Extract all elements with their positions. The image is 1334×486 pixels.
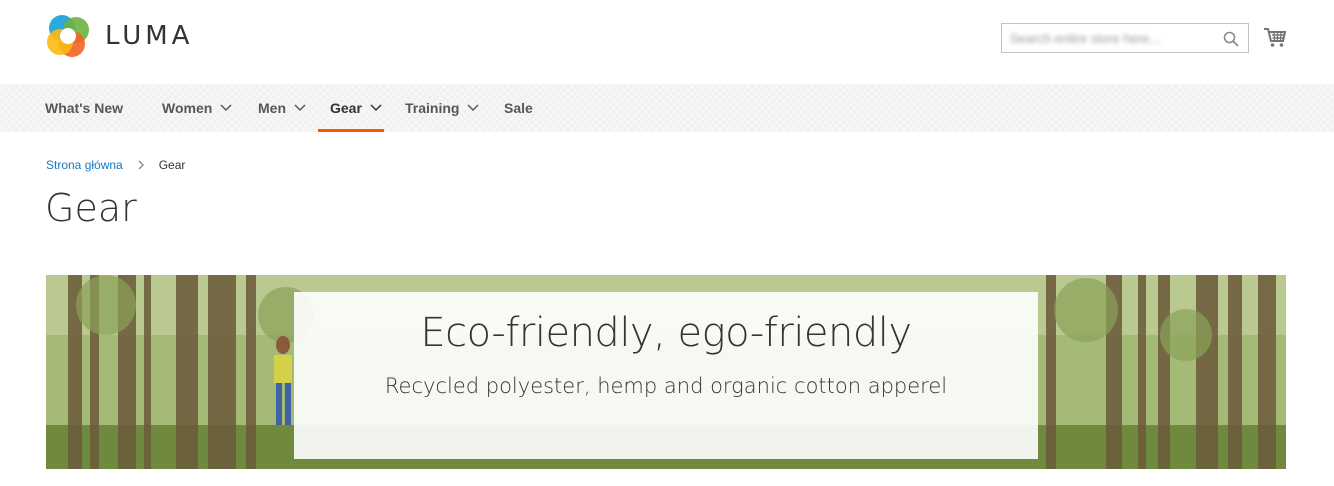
chevron-down-icon <box>294 104 306 112</box>
nav-item-label: Women <box>162 100 213 116</box>
banner-text-panel: Eco-friendly, ego-friendly Recycled poly… <box>294 292 1038 459</box>
nav-item-label: Training <box>405 100 460 116</box>
chevron-right-icon <box>138 160 144 170</box>
main-navigation: What's New Women Men Gear Training Sale <box>0 84 1334 132</box>
nav-item-sale[interactable]: Sale <box>504 84 533 132</box>
page-header: LUMA <box>0 0 1334 84</box>
nav-item-label: Men <box>258 100 286 116</box>
breadcrumb-current: Gear <box>158 158 186 172</box>
nav-item-whats-new[interactable]: What's New <box>45 84 123 132</box>
breadcrumb: Strona główna Gear <box>46 158 185 172</box>
nav-item-training[interactable]: Training <box>405 84 479 132</box>
cart-icon[interactable] <box>1262 24 1288 50</box>
search-box <box>1001 23 1249 53</box>
search-input[interactable] <box>1002 24 1228 52</box>
breadcrumb-home-link[interactable]: Strona główna <box>46 158 123 172</box>
nav-active-indicator <box>318 129 384 132</box>
logo-text: LUMA <box>105 21 194 51</box>
nav-item-gear[interactable]: Gear <box>330 84 382 132</box>
banner-subtitle: Recycled polyester, hemp and organic cot… <box>384 374 948 398</box>
search-icon[interactable] <box>1222 30 1240 48</box>
nav-item-label: Gear <box>330 100 362 116</box>
luma-logo-icon <box>47 15 89 57</box>
chevron-down-icon <box>220 104 232 112</box>
nav-item-label: Sale <box>504 100 533 116</box>
chevron-down-icon <box>370 104 382 112</box>
page-title: Gear <box>45 186 137 230</box>
banner-title: Eco-friendly, ego-friendly <box>420 310 912 356</box>
promo-banner[interactable]: Eco-friendly, ego-friendly Recycled poly… <box>46 275 1286 469</box>
nav-item-women[interactable]: Women <box>162 84 232 132</box>
nav-item-label: What's New <box>45 100 124 116</box>
nav-item-men[interactable]: Men <box>258 84 306 132</box>
chevron-down-icon <box>467 104 479 112</box>
logo[interactable]: LUMA <box>46 14 193 58</box>
